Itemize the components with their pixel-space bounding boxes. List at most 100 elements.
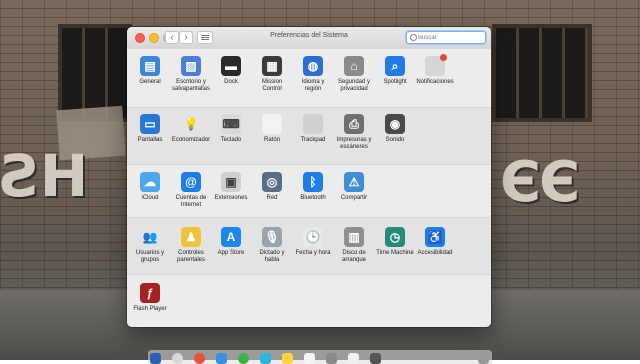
search-field[interactable] xyxy=(406,31,486,44)
magnifier-icon: ⌕ xyxy=(385,56,405,76)
dock-app-icon[interactable] xyxy=(282,353,293,364)
trackpad-icon xyxy=(303,114,323,134)
pref-pane-escritorio-y-salvapantallas[interactable]: ▨ Escritorio y salvapantallas xyxy=(171,56,211,93)
search-input[interactable] xyxy=(418,32,482,43)
pref-pane-label: Flash Player xyxy=(133,306,167,312)
display-icon: ▭ xyxy=(140,114,160,134)
dock-app-icon[interactable] xyxy=(238,353,249,364)
globe-icon: ◎ xyxy=(262,172,282,192)
pref-pane-sonido[interactable]: ◉ Sonido xyxy=(375,114,415,144)
dock-app-icon[interactable] xyxy=(194,353,205,364)
pref-pane-label: Dock xyxy=(224,79,238,85)
pref-pane-label: Fecha y hora xyxy=(295,250,331,256)
pref-pane-label: Red xyxy=(266,195,278,201)
mouse-icon xyxy=(262,114,282,134)
sharing-folder-icon: ⚠ xyxy=(344,172,364,192)
parental-controls-icon: ♟ xyxy=(181,227,201,247)
app-store-icon: A xyxy=(221,227,241,247)
search-icon xyxy=(410,34,417,41)
pref-pane-compartir[interactable]: ⚠ Compartir xyxy=(334,172,374,202)
pref-pane-extensiones[interactable]: ▣ Extensiones xyxy=(211,172,251,202)
wallpaper-window-right xyxy=(492,24,592,122)
pref-pane-red[interactable]: ◎ Red xyxy=(252,172,292,202)
pref-pane-label: Time Machine xyxy=(376,250,414,256)
pref-pane-time-machine[interactable]: ◷ Time Machine xyxy=(375,227,415,257)
pref-pane-disco-de-arranque[interactable]: ▥ Disco de arranque xyxy=(334,227,374,264)
pref-pane-accesibilidad[interactable]: ♿ Accesibilidad xyxy=(415,227,455,257)
dock-launchpad-icon[interactable] xyxy=(172,353,183,364)
pref-pane-impresoras-y-escáneres[interactable]: ⎙ Impresoras y escáneres xyxy=(334,114,374,151)
dock-app-icon[interactable] xyxy=(216,353,227,364)
pref-pane-label: Cuentas de Internet xyxy=(175,195,207,208)
pref-pane-icloud[interactable]: ☁ iCloud xyxy=(130,172,170,202)
pref-pane-app-store[interactable]: A App Store xyxy=(211,227,251,257)
system-preferences-window: ‹ › Preferencias del Sistema ▤ General ▨ Es… xyxy=(127,27,491,327)
pref-pane-label: Bluetooth xyxy=(300,195,326,201)
pref-pane-label: iCloud xyxy=(141,195,159,201)
pref-pane-idioma-y-región[interactable]: ◍ Idioma y región xyxy=(293,56,333,93)
dock-app-icon[interactable] xyxy=(370,353,381,364)
pref-pane-bluetooth[interactable]: ᛒ Bluetooth xyxy=(293,172,333,202)
dock-app-icon[interactable] xyxy=(348,353,359,364)
pref-pane-label: Impresoras y escáneres xyxy=(336,137,372,150)
pref-pane-usuarios-y-grupos[interactable]: 👥 Usuarios y grupos xyxy=(130,227,170,264)
pref-pane-label: Notificaciones xyxy=(416,79,454,85)
dock xyxy=(148,350,492,364)
flag-icon: ◍ xyxy=(303,56,323,76)
pref-pane-label: Trackpad xyxy=(300,137,326,143)
pref-pane-label: Spotlight xyxy=(383,79,407,85)
pref-pane-pantallas[interactable]: ▭ Pantallas xyxy=(130,114,170,144)
pref-pane-label: Pantallas xyxy=(137,137,163,143)
pref-pane-cuentas-de-internet[interactable]: @ Cuentas de Internet xyxy=(171,172,211,209)
pref-pane-dock[interactable]: ▬ Dock xyxy=(211,56,251,86)
dock-app-icon[interactable] xyxy=(304,353,315,364)
disk-icon: ▥ xyxy=(344,227,364,247)
pref-pane-controles-parentales[interactable]: ♟ Controles parentales xyxy=(171,227,211,264)
desktop-icon: ▨ xyxy=(181,56,201,76)
pref-pane-spotlight[interactable]: ⌕ Spotlight xyxy=(375,56,415,86)
pref-pane-label: Extensiones xyxy=(214,195,248,201)
calendar-clock-icon: 🕒 xyxy=(303,227,323,247)
dock-app-icon[interactable] xyxy=(326,353,337,364)
pref-pane-ratón[interactable]: Ratón xyxy=(252,114,292,144)
pref-pane-label: Dictado y habla xyxy=(259,250,285,263)
pref-pane-label: Controles parentales xyxy=(176,250,206,263)
dock-finder-icon[interactable] xyxy=(150,353,161,364)
section-other xyxy=(127,274,491,327)
pref-pane-label: App Store xyxy=(217,250,245,256)
pref-pane-seguridad-y-privacidad[interactable]: ⌂ Seguridad y privacidad xyxy=(334,56,374,93)
pref-pane-teclado[interactable]: ⌨ Teclado xyxy=(211,114,251,144)
pref-pane-dictado-y-habla[interactable]: 🎙 Dictado y habla xyxy=(252,227,292,264)
at-icon: @ xyxy=(181,172,201,192)
pref-pane-label: Ratón xyxy=(263,137,280,143)
pref-pane-fecha-y-hora[interactable]: 🕒 Fecha y hora xyxy=(293,227,333,257)
pref-pane-label: General xyxy=(139,79,161,85)
dock-app-icon[interactable] xyxy=(260,353,271,364)
pref-pane-label: Idioma y región xyxy=(301,79,325,92)
pref-pane-label: Teclado xyxy=(220,137,242,143)
pref-pane-label: Disco de arranque xyxy=(341,250,367,263)
wallpaper-graffiti-left: ƧH xyxy=(0,142,88,210)
flash-icon: ƒ xyxy=(140,283,160,303)
pref-pane-label: Economizador xyxy=(171,137,211,143)
pref-pane-mission-control[interactable]: ▦ Mission Control xyxy=(252,56,292,93)
accessibility-icon: ♿ xyxy=(425,227,445,247)
pref-pane-trackpad[interactable]: Trackpad xyxy=(293,114,333,144)
lightbulb-icon: 💡 xyxy=(183,117,199,131)
pref-pane-label: Escritorio y salvapantallas xyxy=(171,79,211,92)
pref-pane-label: Seguridad y privacidad xyxy=(337,79,371,92)
general-icon: ▤ xyxy=(140,56,160,76)
pref-pane-label: Accesibilidad xyxy=(417,250,453,256)
pref-pane-economizador[interactable]: 💡 Economizador xyxy=(171,114,211,144)
printer-icon: ⎙ xyxy=(344,114,364,134)
pref-pane-label: Compartir xyxy=(340,195,368,201)
microphone-icon: 🎙 xyxy=(262,227,282,247)
pref-pane-label: Mission Control xyxy=(261,79,283,92)
dock-trash-icon[interactable] xyxy=(478,353,489,364)
pref-pane-notificaciones[interactable]: Notificaciones xyxy=(415,54,455,86)
users-icon: 👥 xyxy=(142,230,158,244)
cloud-icon: ☁ xyxy=(140,172,160,192)
keyboard-icon: ⌨ xyxy=(221,114,241,134)
pref-pane-general[interactable]: ▤ General xyxy=(130,56,170,86)
pref-pane-flash-player[interactable]: ƒ Flash Player xyxy=(130,283,170,313)
